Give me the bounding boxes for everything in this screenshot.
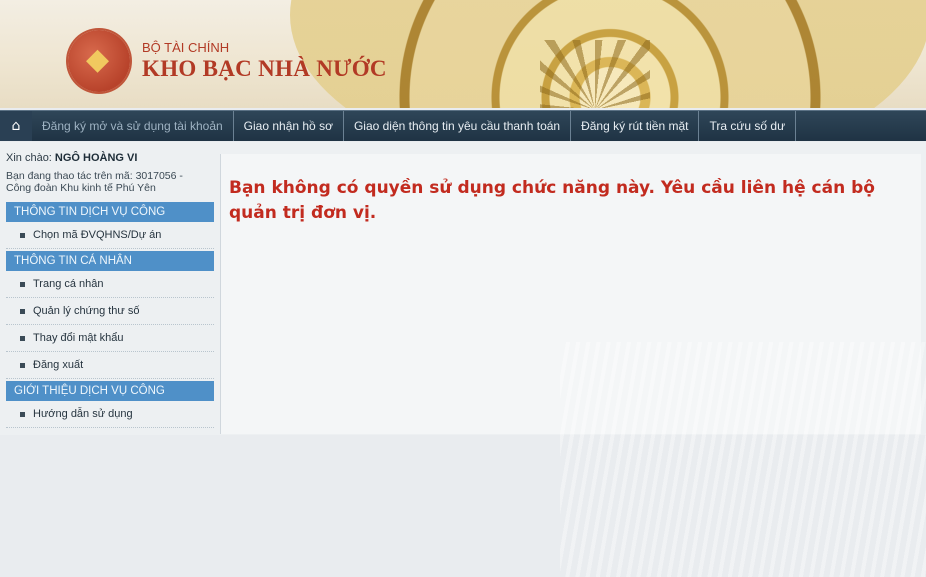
main-nav: ⌂ Đăng ký mở và sử dụng tài khoản Giao n…	[0, 110, 926, 141]
sidebar-item-change-password[interactable]: Thay đổi mật khẩu	[6, 325, 214, 352]
sidebar-item-label: Đăng xuất	[33, 359, 84, 371]
nav-item-balance-lookup[interactable]: Tra cứu số dư	[699, 111, 797, 141]
permission-error-message: Bạn không có quyền sử dụng chức năng này…	[229, 178, 875, 223]
bullet-icon	[20, 335, 25, 341]
treasury-logo: ◆	[68, 30, 130, 92]
ministry-name: BỘ TÀI CHÍNH	[142, 40, 230, 55]
section-service-intro: GIỚI THIỆU DỊCH VỤ CÔNG	[6, 381, 214, 401]
sidebar-item-certificates[interactable]: Quản lý chứng thư số	[6, 298, 214, 325]
org-name: KHO BẠC NHÀ NƯỚC	[142, 56, 387, 81]
nav-item-payment-request[interactable]: Giao diện thông tin yêu cầu thanh toán	[344, 111, 572, 141]
bullet-icon	[20, 232, 25, 238]
home-icon[interactable]: ⌂	[0, 111, 32, 141]
sidebar-item-label: Thay đổi mật khẩu	[33, 332, 124, 344]
bullet-icon	[20, 308, 25, 314]
unit-info: Bạn đang thao tác trên mã: 3017056 - Côn…	[6, 170, 214, 194]
bullet-icon	[20, 362, 25, 368]
sidebar-item-label: Chọn mã ĐVQHNS/Dự án	[33, 229, 162, 241]
main-panel: Bạn không có quyền sử dụng chức năng này…	[220, 154, 921, 434]
nav-item-cash-withdrawal[interactable]: Đăng ký rút tiền mặt	[571, 111, 700, 141]
sidebar-item-user-guide[interactable]: Hướng dẫn sử dụng	[6, 401, 214, 428]
bullet-icon	[20, 281, 25, 287]
sidebar-item-label: Trang cá nhân	[33, 278, 104, 290]
greeting-label: Xin chào:	[6, 152, 55, 164]
section-public-service: THÔNG TIN DỊCH VỤ CÔNG	[6, 202, 214, 222]
sidebar-item-select-unit[interactable]: Chọn mã ĐVQHNS/Dự án	[6, 222, 214, 249]
drum-star-decoration	[540, 40, 650, 108]
user-name: NGÔ HOÀNG VI	[54, 152, 138, 164]
nav-item-dossier[interactable]: Giao nhận hồ sơ	[234, 111, 344, 141]
header-banner: ◆ BỘ TÀI CHÍNH KHO BẠC NHÀ NƯỚC	[0, 0, 926, 108]
sidebar: Xin chào: NGÔ HOÀNG VI Bạn đang thao tác…	[6, 152, 214, 428]
sidebar-item-profile[interactable]: Trang cá nhân	[6, 271, 214, 298]
sidebar-item-label: Quản lý chứng thư số	[33, 305, 140, 317]
unit-line-2: Công đoàn Khu kinh tế Phú Yên	[6, 182, 156, 194]
sidebar-item-logout[interactable]: Đăng xuất	[6, 352, 214, 379]
page-content: Xin chào: NGÔ HOÀNG VI Bạn đang thao tác…	[0, 142, 926, 577]
section-personal-info: THÔNG TIN CÁ NHÂN	[6, 251, 214, 271]
sidebar-item-label: Hướng dẫn sử dụng	[33, 408, 133, 420]
bullet-icon	[20, 411, 25, 417]
nav-item-register-account[interactable]: Đăng ký mở và sử dụng tài khoản	[32, 111, 234, 141]
unit-line-1: Bạn đang thao tác trên mã: 3017056 -	[6, 170, 183, 182]
greeting: Xin chào: NGÔ HOÀNG VI	[6, 152, 214, 164]
